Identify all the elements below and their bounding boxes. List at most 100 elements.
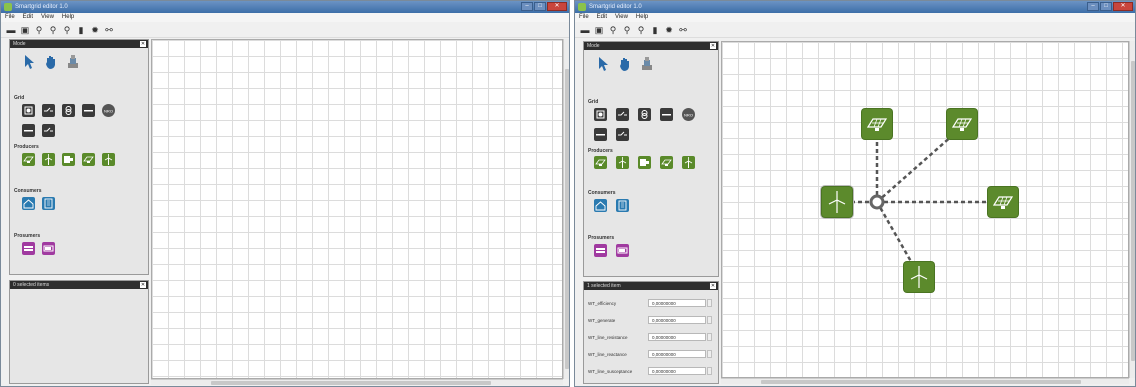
pv-panel-node[interactable] xyxy=(947,109,977,139)
save-icon[interactable]: ▣ xyxy=(20,25,30,35)
spinner-icon[interactable] xyxy=(707,316,712,324)
pv-panel-node[interactable] xyxy=(988,187,1018,217)
pv-panel-icon[interactable] xyxy=(660,156,673,169)
wind-turbine-icon[interactable] xyxy=(682,156,695,169)
grid-nro-tool[interactable]: NRO xyxy=(102,104,115,117)
delete-icon[interactable]: ▮ xyxy=(650,25,660,35)
grid-canvas[interactable] xyxy=(151,39,563,379)
grid-transformer-tool[interactable] xyxy=(62,104,75,117)
property-name: WT_line_susceptance xyxy=(588,369,633,374)
generator-icon[interactable] xyxy=(62,153,75,166)
panel-close-icon[interactable]: ✕ xyxy=(140,41,146,47)
grid-line-tool[interactable] xyxy=(82,104,95,117)
minimize-button[interactable]: – xyxy=(521,2,533,11)
zoom-in-icon[interactable]: ⚲ xyxy=(34,25,44,35)
panel-close-icon[interactable]: ✕ xyxy=(140,282,146,288)
menu-edit[interactable]: Edit xyxy=(597,13,607,22)
grid-bus-tool[interactable] xyxy=(594,108,607,121)
property-value-input[interactable]: 0,00000000 xyxy=(648,299,706,307)
grid-section-label: Grid xyxy=(14,95,25,101)
pv-panel-icon[interactable] xyxy=(22,153,35,166)
vertical-scrollbar[interactable] xyxy=(563,39,569,379)
spinner-icon[interactable] xyxy=(707,367,712,375)
generator-icon[interactable] xyxy=(638,156,651,169)
spinner-icon[interactable] xyxy=(707,333,712,341)
wind-turbine-icon[interactable] xyxy=(102,153,115,166)
wind-turbine-icon[interactable] xyxy=(616,156,629,169)
house-icon[interactable] xyxy=(22,197,35,210)
menu-help[interactable]: Help xyxy=(636,13,648,22)
wind-turbine-icon[interactable] xyxy=(42,153,55,166)
menu-bar: File Edit View Help xyxy=(575,13,1135,22)
property-name: WT_efficiency xyxy=(588,301,617,306)
settings-icon[interactable]: ✹ xyxy=(90,25,100,35)
close-button[interactable]: ✕ xyxy=(547,2,567,11)
battery-icon[interactable] xyxy=(616,244,629,257)
menu-view[interactable]: View xyxy=(41,13,54,22)
menu-view[interactable]: View xyxy=(615,13,628,22)
zoom-out-icon[interactable]: ⚲ xyxy=(48,25,58,35)
stamp-icon[interactable] xyxy=(66,54,80,70)
property-value-input[interactable]: 0,00000000 xyxy=(648,350,706,358)
minimize-button[interactable]: – xyxy=(1087,2,1099,11)
settings-icon[interactable]: ✹ xyxy=(664,25,674,35)
connect-icon[interactable]: ⚯ xyxy=(678,25,688,35)
grid-breaker-tool[interactable] xyxy=(616,128,629,141)
property-value-input[interactable]: 0,00000000 xyxy=(648,316,706,324)
vertical-scrollbar[interactable] xyxy=(1129,41,1135,378)
grid-line-tool[interactable] xyxy=(660,108,673,121)
house-icon[interactable] xyxy=(594,199,607,212)
menu-edit[interactable]: Edit xyxy=(23,13,33,22)
grid-breaker-tool[interactable] xyxy=(42,124,55,137)
pan-hand-icon[interactable] xyxy=(618,56,632,72)
delete-icon[interactable]: ▮ xyxy=(76,25,86,35)
grid-switch-tool[interactable] xyxy=(42,104,55,117)
pan-hand-icon[interactable] xyxy=(44,54,58,70)
grid-switch-tool[interactable] xyxy=(616,108,629,121)
spinner-icon[interactable] xyxy=(707,299,712,307)
zoom-out-icon[interactable]: ⚲ xyxy=(622,25,632,35)
grid-bus-tool[interactable] xyxy=(22,104,35,117)
stamp-icon[interactable] xyxy=(640,56,654,72)
bus-node[interactable] xyxy=(869,194,885,210)
grid-cable-tool[interactable] xyxy=(22,124,35,137)
panel-close-icon[interactable]: ✕ xyxy=(710,283,716,289)
pv-panel-node[interactable] xyxy=(862,109,892,139)
storage-icon[interactable] xyxy=(594,244,607,257)
grid-canvas[interactable] xyxy=(721,41,1129,378)
storage-icon[interactable] xyxy=(22,242,35,255)
horizontal-scrollbar[interactable] xyxy=(721,378,1129,384)
horizontal-scrollbar[interactable] xyxy=(151,379,563,385)
maximize-button[interactable]: □ xyxy=(534,2,546,11)
panel-close-icon[interactable]: ✕ xyxy=(710,43,716,49)
zoom-fit-icon[interactable]: ⚲ xyxy=(62,25,72,35)
building-icon[interactable] xyxy=(42,197,55,210)
building-icon[interactable] xyxy=(616,199,629,212)
spinner-icon[interactable] xyxy=(707,350,712,358)
zoom-fit-icon[interactable]: ⚲ xyxy=(636,25,646,35)
pointer-icon[interactable] xyxy=(596,56,610,72)
menu-help[interactable]: Help xyxy=(62,13,74,22)
folder-icon[interactable]: ▬ xyxy=(580,25,590,35)
maximize-button[interactable]: □ xyxy=(1100,2,1112,11)
grid-nro-tool[interactable]: NRO xyxy=(682,108,695,121)
pv-panel-icon[interactable] xyxy=(594,156,607,169)
folder-icon[interactable]: ▬ xyxy=(6,25,16,35)
property-value-input[interactable]: 0,00000000 xyxy=(648,333,706,341)
zoom-in-icon[interactable]: ⚲ xyxy=(608,25,618,35)
selection-header: 1 selected item ✕ xyxy=(584,282,718,290)
wind-turbine-node[interactable] xyxy=(822,187,852,217)
menu-file[interactable]: File xyxy=(579,13,589,22)
battery-icon[interactable] xyxy=(42,242,55,255)
menu-file[interactable]: File xyxy=(5,13,15,22)
close-button[interactable]: ✕ xyxy=(1113,2,1133,11)
grid-transformer-tool[interactable] xyxy=(638,108,651,121)
connect-icon[interactable]: ⚯ xyxy=(104,25,114,35)
pv-panel-icon[interactable] xyxy=(82,153,95,166)
save-icon[interactable]: ▣ xyxy=(594,25,604,35)
pointer-icon[interactable] xyxy=(22,54,36,70)
toolbar: ▬ ▣ ⚲ ⚲ ⚲ ▮ ✹ ⚯ xyxy=(575,22,1135,38)
wind-turbine-node[interactable] xyxy=(904,262,934,292)
grid-cable-tool[interactable] xyxy=(594,128,607,141)
property-value-input[interactable]: 0,00000000 xyxy=(648,367,706,375)
